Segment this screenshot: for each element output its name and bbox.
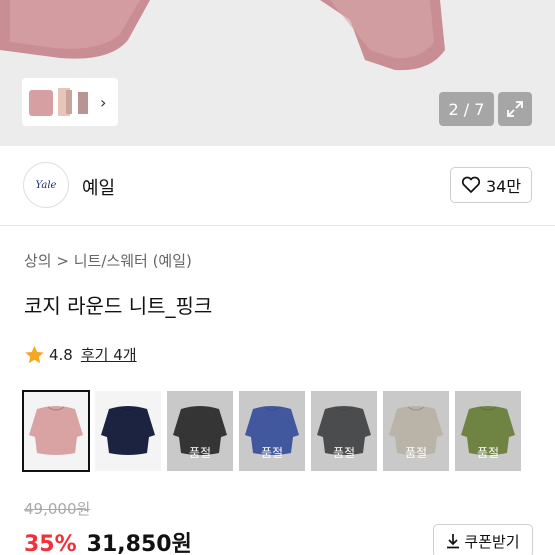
shop-logo[interactable]: Yale	[23, 162, 69, 208]
coupon-label: 쿠폰받기	[464, 532, 520, 551]
color-swatches: 품절 품절 품절 품절 품절	[22, 390, 521, 472]
sold-out-label: 품절	[404, 446, 428, 460]
color-swatch[interactable]	[95, 391, 161, 471]
breadcrumb: 상의 > 니트/스웨터 (예일)	[24, 250, 192, 271]
star-icon	[25, 345, 44, 363]
swatch-sweater-image	[29, 406, 83, 455]
thumbnail-image[interactable]	[56, 86, 74, 118]
thumbnail-image[interactable]	[28, 86, 54, 118]
thumbnail-strip[interactable]: ›	[22, 78, 118, 126]
sold-out-label: 품절	[476, 446, 500, 460]
product-image-gallery[interactable]: › 2 / 7	[0, 0, 555, 146]
breadcrumb-item[interactable]: 니트/스웨터 (예일)	[74, 252, 192, 270]
shop-name[interactable]: 예일	[82, 174, 115, 200]
heart-outline-icon	[461, 176, 481, 193]
price-row: 35% 31,850원	[24, 526, 192, 555]
image-page-counter: 2 / 7	[439, 92, 494, 126]
color-swatch[interactable]: 품절	[239, 391, 305, 471]
review-count-link[interactable]: 후기 4개	[81, 344, 137, 365]
discount-rate: 35%	[24, 532, 77, 555]
rating-row: 4.8 후기 4개	[24, 344, 137, 365]
original-price: 49,000원	[24, 500, 91, 518]
download-icon	[447, 534, 460, 549]
breadcrumb-separator: >	[56, 252, 69, 270]
sold-out-label: 품절	[260, 446, 284, 460]
rating-value: 4.8	[49, 345, 73, 364]
product-title: 코지 라운드 니트_핑크	[24, 294, 213, 318]
expand-icon[interactable]	[498, 92, 532, 126]
sale-price: 31,850원	[86, 532, 192, 555]
thumbnail-image[interactable]	[76, 86, 90, 118]
coupon-button[interactable]: 쿠폰받기	[433, 524, 533, 555]
sold-out-label: 품절	[332, 446, 356, 460]
sold-out-label: 품절	[188, 446, 212, 460]
color-swatch[interactable]: 품절	[167, 391, 233, 471]
chevron-right-icon[interactable]: ›	[100, 93, 106, 112]
color-swatch[interactable]: 품절	[311, 391, 377, 471]
swatch-sweater-image	[101, 406, 155, 455]
shop-row: Yale 예일 34만	[0, 146, 555, 226]
like-count: 34만	[485, 177, 522, 196]
color-swatch[interactable]	[22, 390, 90, 472]
breadcrumb-item[interactable]: 상의	[24, 252, 52, 270]
color-swatch[interactable]: 품절	[383, 391, 449, 471]
color-swatch[interactable]: 품절	[455, 391, 521, 471]
like-button[interactable]: 34만	[450, 167, 532, 203]
